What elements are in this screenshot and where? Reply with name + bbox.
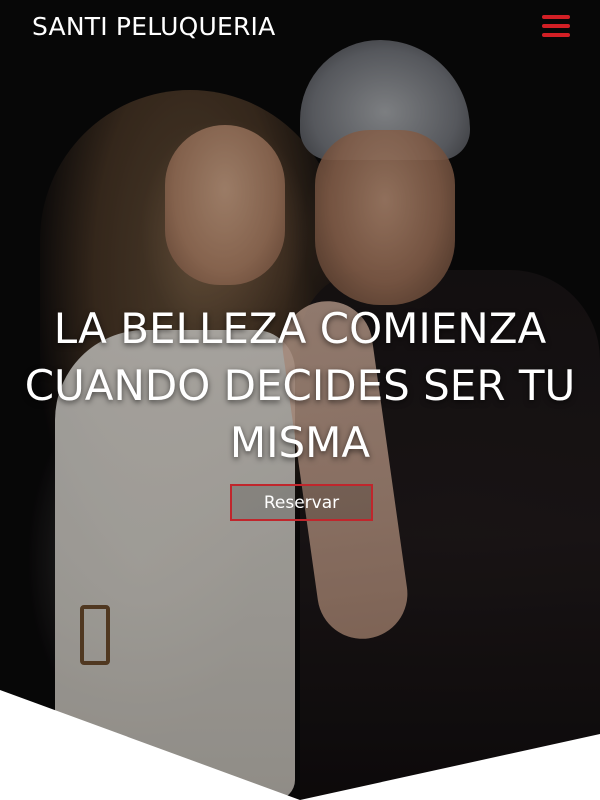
brand-logo-text[interactable]: SANTI PELUQUERIA xyxy=(32,12,275,41)
menu-bar xyxy=(542,24,570,28)
reservar-button[interactable]: Reservar xyxy=(230,484,373,521)
menu-bar xyxy=(542,33,570,37)
top-nav: SANTI PELUQUERIA xyxy=(0,0,600,52)
menu-bar xyxy=(542,15,570,19)
hero-section: SANTI PELUQUERIA LA BELLEZA COMIENZA CUA… xyxy=(0,0,600,800)
hero-headline: LA BELLEZA COMIENZA CUANDO DECIDES SER T… xyxy=(24,304,576,467)
hamburger-menu-icon[interactable] xyxy=(542,15,570,37)
